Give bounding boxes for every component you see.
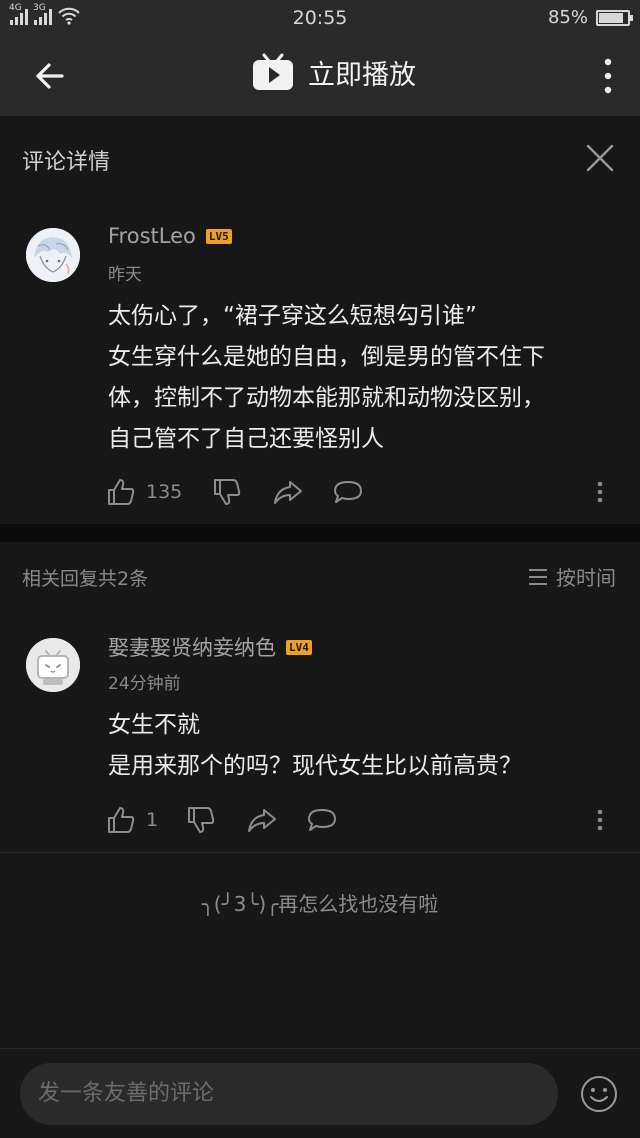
thumbs-up-icon (108, 479, 135, 505)
comment-input-bar: 发一条友善的评论 (0, 1048, 640, 1138)
vertical-dots-icon (597, 809, 603, 831)
comment-time: 昨天 (108, 265, 142, 285)
comment-actions: 1 (106, 803, 626, 837)
share-arrow-icon (248, 809, 276, 832)
thumbs-down-icon (188, 807, 215, 833)
comment-body: 女生不就 是用来那个的吗？现代女生比以前高贵？ (108, 705, 624, 787)
arrow-left-icon[interactable] (30, 56, 70, 96)
vertical-dots-icon (597, 481, 603, 503)
battery-indicator: 85% (547, 7, 633, 28)
like-button[interactable]: 1 (106, 803, 158, 837)
end-of-list-message: ╮(╯3╰)╭再怎么找也没有啦 (201, 892, 439, 916)
comment-actions: 135 (106, 475, 626, 509)
reply-comment: 娶妻娶贤纳妾纳色 LV4 24分钟前 女生不就 是用来那个的吗？现代女生比以前高… (0, 612, 640, 852)
speech-bubble-icon (308, 809, 336, 831)
replies-header: 相关回复共2条 按时间 (0, 542, 640, 612)
avatar[interactable] (26, 228, 80, 282)
sort-label: 按时间 (556, 566, 616, 590)
thumbs-up-icon (108, 807, 135, 833)
dislike-button[interactable] (212, 475, 242, 509)
comment-more-button[interactable] (594, 803, 606, 837)
list-divider (0, 852, 640, 853)
main-comment: FrostLeo LV5 昨天 太伤心了，“裙子穿这么短想勾引谁” 女生穿什么是… (0, 200, 640, 524)
list-lines-icon (529, 568, 547, 585)
comment-more-button[interactable] (594, 475, 606, 509)
sort-by-time-button[interactable]: 按时间 (528, 562, 616, 591)
comment-line: 是用来那个的吗？现代女生比以前高贵？ (108, 753, 522, 779)
share-button[interactable] (272, 475, 304, 509)
like-button[interactable]: 135 (106, 475, 182, 509)
app-bar: 立即播放 (0, 36, 640, 116)
comment-line: 女生不就 (108, 712, 200, 738)
play-now-button[interactable]: 立即播放 (252, 52, 416, 92)
like-count: 135 (146, 481, 183, 503)
reply-button[interactable] (306, 803, 338, 837)
status-bar: 4G 3G 20:55 85% (0, 0, 640, 36)
anime-avatar-image (26, 228, 80, 282)
battery-icon (596, 9, 633, 26)
speech-bubble-icon (334, 481, 362, 503)
username[interactable]: FrostLeo (108, 224, 196, 248)
level-badge: LV5 (205, 228, 232, 244)
comment-time: 24分钟前 (108, 674, 181, 694)
battery-fill (599, 12, 623, 23)
username[interactable]: 娶妻娶贤纳妾纳色 (108, 632, 276, 662)
battery-percent: 85% (547, 7, 588, 28)
smiley-face-icon[interactable] (580, 1075, 618, 1113)
level-badge: LV4 (286, 639, 312, 655)
share-arrow-icon (274, 481, 302, 504)
section-divider (0, 524, 640, 542)
close-x-icon[interactable] (586, 144, 614, 172)
comment-author[interactable]: FrostLeo LV5 (108, 224, 232, 248)
play-now-label: 立即播放 (308, 59, 416, 91)
avatar[interactable] (26, 638, 80, 692)
comment-line: 太伤心了，“裙子穿这么短想勾引谁” (108, 303, 477, 329)
thumbs-down-icon (214, 479, 241, 505)
comment-input[interactable]: 发一条友善的评论 (20, 1063, 558, 1125)
comment-line: 自己管不了自己还要怪别人 (108, 426, 384, 452)
bilibili-tv-play-icon (253, 53, 293, 90)
dislike-button[interactable] (186, 803, 216, 837)
comment-detail-header: 评论详情 (0, 116, 640, 200)
comment-line: 体，控制不了动物本能那就和动物没区别， (108, 385, 545, 411)
default-tv-avatar-image (26, 638, 80, 692)
share-button[interactable] (246, 803, 278, 837)
page-title: 评论详情 (22, 150, 111, 175)
comment-body: 太伤心了，“裙子穿这么短想勾引谁” 女生穿什么是她的自由，倒是男的管不住下 体，… (108, 296, 624, 460)
like-count: 1 (146, 809, 159, 831)
clock: 20:55 (292, 7, 348, 29)
reply-button[interactable] (332, 475, 364, 509)
comment-author[interactable]: 娶妻娶贤纳妾纳色 LV4 (108, 632, 312, 662)
comment-line: 女生穿什么是她的自由，倒是男的管不住下 (108, 344, 545, 370)
reply-count: 相关回复共2条 (22, 568, 149, 590)
vertical-dots-icon[interactable] (598, 54, 618, 98)
